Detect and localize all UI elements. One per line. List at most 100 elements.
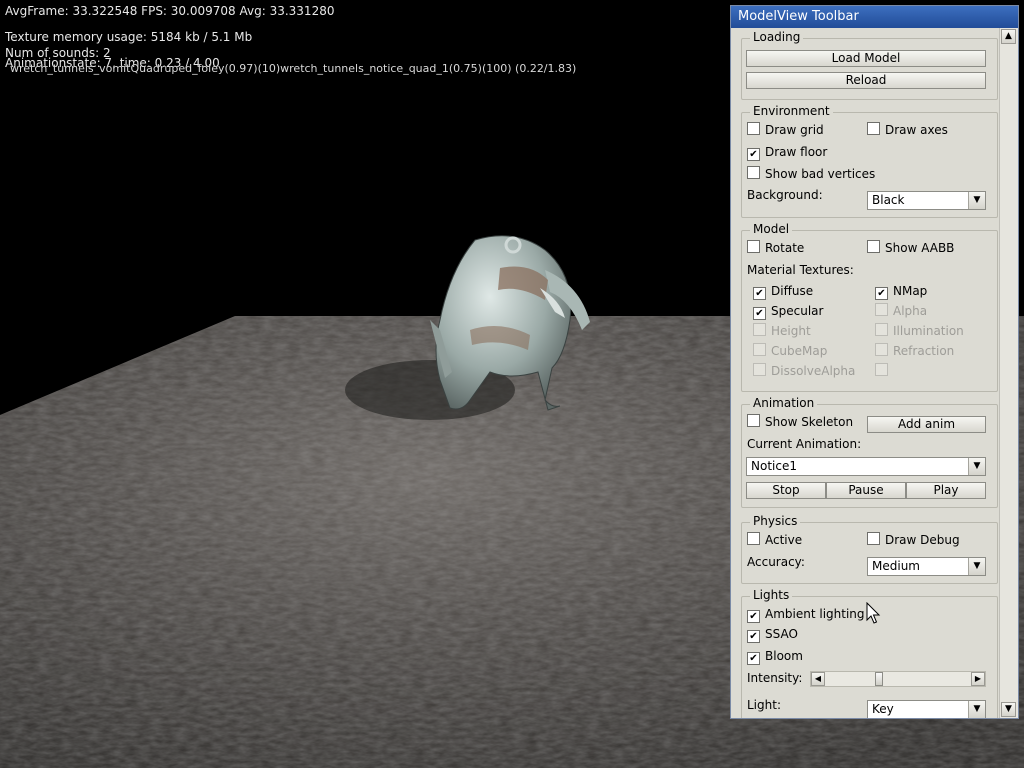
- show-skeleton-checkbox[interactable]: Show Skeleton: [747, 414, 853, 430]
- reload-button[interactable]: Reload: [746, 72, 986, 89]
- light-value: Key: [872, 702, 894, 716]
- light-select[interactable]: Key ▼: [867, 700, 986, 718]
- texture-checkbox-cubemap: CubeMap: [753, 343, 827, 359]
- intensity-label: Intensity:: [747, 671, 803, 685]
- texture-checkbox-diffuse[interactable]: ✔ Diffuse: [753, 283, 814, 300]
- texture-checkbox-height: Height: [753, 323, 811, 339]
- texture-label: Height: [771, 324, 811, 338]
- arrow-left-icon[interactable]: ◀: [811, 672, 825, 686]
- checkbox-box: [747, 166, 760, 179]
- show-aabb-checkbox[interactable]: Show AABB: [867, 240, 954, 256]
- draw-floor-label: Draw floor: [765, 145, 828, 159]
- stop-button[interactable]: Stop: [746, 482, 826, 499]
- show-bad-vertices-checkbox[interactable]: Show bad vertices: [747, 166, 875, 182]
- current-animation-select[interactable]: Notice1 ▼: [746, 457, 986, 476]
- chevron-down-icon[interactable]: ▼: [968, 558, 985, 575]
- rotate-checkbox[interactable]: Rotate: [747, 240, 804, 256]
- checkbox-box: ✔: [753, 287, 766, 300]
- background-select[interactable]: Black ▼: [867, 191, 986, 210]
- show-aabb-label: Show AABB: [885, 241, 955, 255]
- add-anim-button[interactable]: Add anim: [867, 416, 986, 433]
- current-animation-value: Notice1: [751, 459, 797, 473]
- texture-label: Specular: [771, 304, 824, 318]
- arrow-down-icon[interactable]: ▼: [1001, 702, 1016, 717]
- texture-label: DissolveAlpha: [771, 364, 856, 378]
- checkbox-box: [875, 303, 888, 316]
- texture-label: Alpha: [893, 304, 928, 318]
- checkbox-box: [747, 532, 760, 545]
- arrow-right-icon[interactable]: ▶: [971, 672, 985, 686]
- hud-sound-list: wretch_tunnels_vomitQuadruped_foley(0.97…: [10, 62, 577, 75]
- physics-active-label: Active: [765, 533, 803, 547]
- chevron-down-icon[interactable]: ▼: [968, 458, 985, 475]
- ssao-checkbox[interactable]: ✔ SSAO: [747, 626, 798, 643]
- checkbox-box: ✔: [753, 307, 766, 320]
- texture-checkbox-specular[interactable]: ✔ Specular: [753, 303, 824, 320]
- light-label: Light:: [747, 698, 781, 712]
- draw-floor-checkbox[interactable]: ✔ Draw floor: [747, 144, 828, 161]
- background-value: Black: [872, 193, 905, 207]
- hud-texture-memory: Texture memory usage: 5184 kb / 5.1 Mb: [5, 30, 253, 44]
- texture-checkbox-unnamed: [875, 363, 893, 379]
- checkbox-box: [875, 343, 888, 356]
- bloom-checkbox[interactable]: ✔ Bloom: [747, 648, 803, 665]
- accuracy-select[interactable]: Medium ▼: [867, 557, 986, 576]
- texture-checkbox-illumination: Illumination: [875, 323, 964, 339]
- checkbox-box: ✔: [747, 652, 760, 665]
- texture-checkbox-nmap[interactable]: ✔ NMap: [875, 283, 927, 300]
- model-label: Model: [750, 222, 793, 236]
- show-skeleton-label: Show Skeleton: [765, 415, 854, 429]
- toolbar-title[interactable]: ModelView Toolbar: [731, 6, 1018, 28]
- draw-grid-checkbox[interactable]: Draw grid: [747, 122, 824, 138]
- loading-label: Loading: [750, 30, 804, 44]
- texture-label: Illumination: [893, 324, 964, 338]
- draw-debug-label: Draw Debug: [885, 533, 960, 547]
- checkbox-box: [747, 122, 760, 135]
- checkbox-box: ✔: [875, 287, 888, 300]
- texture-checkbox-dissolvealpha: DissolveAlpha: [753, 363, 855, 379]
- loading-group: [741, 38, 998, 100]
- draw-grid-label: Draw grid: [765, 123, 824, 137]
- checkbox-box: [753, 343, 766, 356]
- checkbox-box: [867, 240, 880, 253]
- checkbox-box: [753, 363, 766, 376]
- mouse-cursor-icon: [866, 602, 881, 624]
- texture-checkbox-alpha: Alpha: [875, 303, 927, 319]
- background-label: Background:: [747, 188, 823, 202]
- checkbox-box: ✔: [747, 148, 760, 161]
- checkbox-box: [747, 414, 760, 427]
- physics-active-checkbox[interactable]: Active: [747, 532, 802, 548]
- texture-label: CubeMap: [771, 344, 828, 358]
- intensity-slider-thumb[interactable]: [875, 672, 883, 686]
- intensity-slider[interactable]: ◀ ▶: [810, 671, 986, 687]
- chevron-down-icon[interactable]: ▼: [968, 701, 985, 718]
- arrow-up-icon[interactable]: ▲: [1001, 29, 1016, 44]
- checkbox-box: [867, 532, 880, 545]
- ambient-lighting-checkbox[interactable]: ✔ Ambient lighting: [747, 606, 865, 623]
- animation-label: Animation: [750, 396, 818, 410]
- draw-debug-checkbox[interactable]: Draw Debug: [867, 532, 960, 548]
- draw-axes-checkbox[interactable]: Draw axes: [867, 122, 948, 138]
- texture-label: Refraction: [893, 344, 955, 358]
- texture-label: Diffuse: [771, 284, 814, 298]
- checkbox-box: [747, 240, 760, 253]
- play-button[interactable]: Play: [906, 482, 986, 499]
- pause-button[interactable]: Pause: [826, 482, 906, 499]
- toolbar-scrollbar[interactable]: ▲ ▼: [999, 28, 1018, 718]
- bloom-label: Bloom: [765, 649, 803, 663]
- checkbox-box: [875, 363, 888, 376]
- accuracy-value: Medium: [872, 559, 920, 573]
- rotate-label: Rotate: [765, 241, 805, 255]
- ssao-label: SSAO: [765, 627, 798, 641]
- environment-label: Environment: [750, 104, 833, 118]
- load-model-button[interactable]: Load Model: [746, 50, 986, 67]
- accuracy-label: Accuracy:: [747, 555, 805, 569]
- draw-axes-label: Draw axes: [885, 123, 948, 137]
- checkbox-box: [875, 323, 888, 336]
- physics-label: Physics: [750, 514, 801, 528]
- checkbox-box: [753, 323, 766, 336]
- ambient-lighting-label: Ambient lighting: [765, 607, 865, 621]
- checkbox-box: [867, 122, 880, 135]
- texture-checkbox-refraction: Refraction: [875, 343, 954, 359]
- chevron-down-icon[interactable]: ▼: [968, 192, 985, 209]
